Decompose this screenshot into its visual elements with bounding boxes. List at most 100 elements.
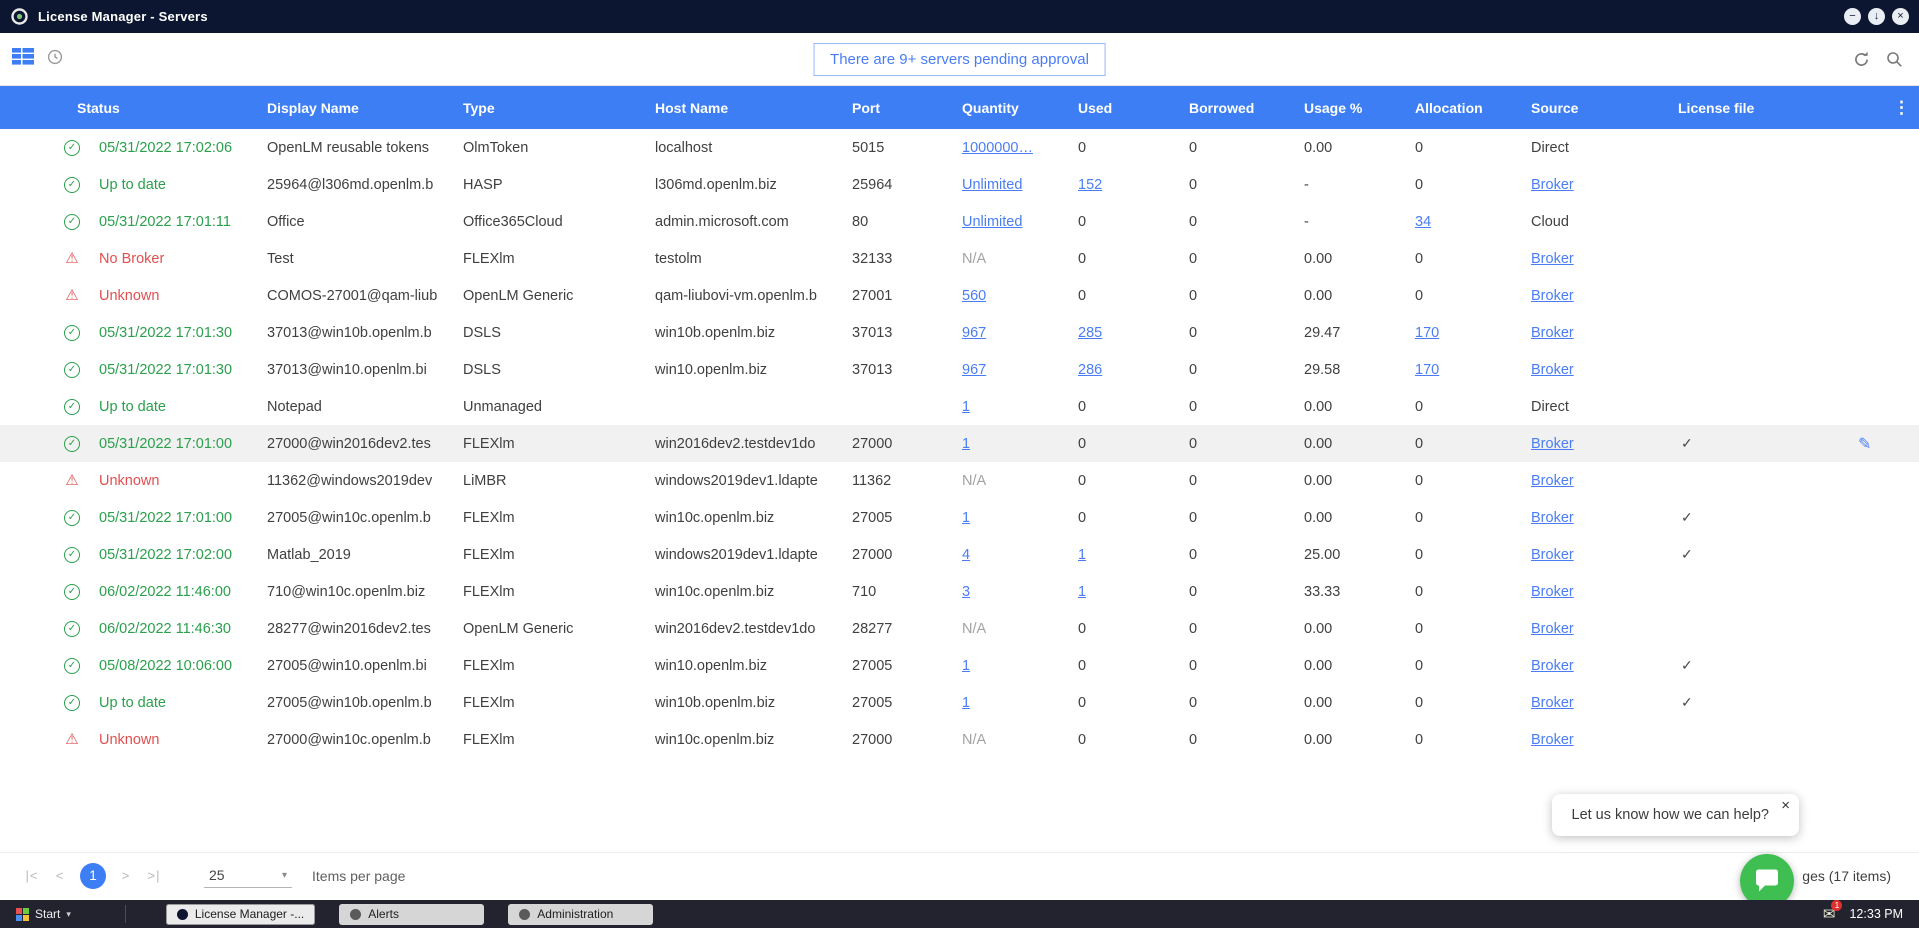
taskbar-item-alerts[interactable]: Alerts	[339, 904, 484, 925]
quantity-value: N/A	[962, 473, 986, 489]
table-row[interactable]: ✓Up to date27005@win10b.openlm.bFLEXlmwi…	[0, 684, 1919, 721]
quantity-link[interactable]: Unlimited	[962, 177, 1022, 193]
table-row[interactable]: ✓05/08/2022 10:06:0027005@win10.openlm.b…	[0, 647, 1919, 684]
quantity-link[interactable]: 1	[962, 695, 970, 711]
quantity-link[interactable]: 4	[962, 547, 970, 563]
pending-approval-banner[interactable]: There are 9+ servers pending approval	[813, 43, 1106, 76]
quantity-link[interactable]: Unlimited	[962, 214, 1022, 230]
quantity-link[interactable]: 1	[962, 510, 970, 526]
page-size-dropdown[interactable]: 25 ▾	[204, 863, 292, 888]
first-page-button[interactable]: |<	[18, 868, 46, 883]
table-row[interactable]: ✓Up to date25964@l306md.openlm.bHASPl306…	[0, 166, 1919, 203]
column-header-borrowed[interactable]: Borrowed	[1189, 100, 1304, 116]
restore-button[interactable]: ↓	[1868, 8, 1885, 25]
last-page-button[interactable]: >|	[140, 868, 168, 883]
source-broker-link[interactable]: Broker	[1531, 251, 1574, 267]
quantity-link[interactable]: 560	[962, 288, 986, 304]
source-broker-link[interactable]: Broker	[1531, 177, 1574, 193]
cell-source: Broker	[1531, 473, 1678, 489]
allocation-value: 0	[1415, 732, 1423, 748]
table-row[interactable]: ✓06/02/2022 11:46:3028277@win2016dev2.te…	[0, 610, 1919, 647]
start-button[interactable]: Start ▾	[10, 905, 77, 923]
used-link[interactable]: 1	[1078, 584, 1086, 600]
minimize-button[interactable]: −	[1844, 8, 1861, 25]
column-header-type[interactable]: Type	[463, 100, 655, 116]
cell-display-name: COMOS-27001@qam-liub	[267, 288, 463, 304]
column-header-port[interactable]: Port	[852, 100, 962, 116]
status-ok-icon: ✓	[64, 510, 80, 526]
current-page-button[interactable]: 1	[80, 863, 106, 889]
quantity-link[interactable]: 967	[962, 325, 986, 341]
table-row[interactable]: ✓05/31/2022 17:01:0027000@win2016dev2.te…	[0, 425, 1919, 462]
quantity-link[interactable]: 1	[962, 658, 970, 674]
edit-icon[interactable]: ✎	[1850, 436, 1871, 453]
chat-close-icon[interactable]: ×	[1781, 797, 1790, 814]
allocation-link[interactable]: 34	[1415, 214, 1431, 230]
search-icon[interactable]	[1886, 51, 1903, 68]
table-row[interactable]: ✓05/31/2022 17:01:11OfficeOffice365Cloud…	[0, 203, 1919, 240]
used-link[interactable]: 1	[1078, 547, 1086, 563]
next-page-button[interactable]: >	[112, 868, 140, 883]
column-header-display-name[interactable]: Display Name	[267, 100, 463, 116]
source-broker-link[interactable]: Broker	[1531, 658, 1574, 674]
quantity-link[interactable]: 1	[962, 399, 970, 415]
refresh-icon[interactable]	[1852, 50, 1871, 69]
quantity-link[interactable]: 1000000…	[962, 140, 1033, 156]
source-broker-link[interactable]: Broker	[1531, 547, 1574, 563]
column-header-status[interactable]: Status	[77, 100, 267, 116]
source-broker-link[interactable]: Broker	[1531, 436, 1574, 452]
window-controls: − ↓ ×	[1844, 8, 1909, 25]
taskbar-item-license-manager-[interactable]: License Manager -...	[166, 904, 315, 925]
cell-source: Broker	[1531, 695, 1678, 711]
source-broker-link[interactable]: Broker	[1531, 473, 1574, 489]
chat-bubble-icon	[1754, 869, 1780, 893]
taskbar-item-administration[interactable]: Administration	[508, 904, 653, 925]
table-row[interactable]: ⚠UnknownCOMOS-27001@qam-liubOpenLM Gener…	[0, 277, 1919, 314]
table-row[interactable]: ⚠Unknown11362@windows2019devLiMBRwindows…	[0, 462, 1919, 499]
quantity-link[interactable]: 967	[962, 362, 986, 378]
used-link[interactable]: 285	[1078, 325, 1102, 341]
quantity-link[interactable]: 3	[962, 584, 970, 600]
grid-view-icon[interactable]	[12, 48, 34, 65]
column-header-used[interactable]: Used	[1078, 100, 1189, 116]
table-row[interactable]: ✓05/31/2022 17:01:0027005@win10c.openlm.…	[0, 499, 1919, 536]
cell-type: Unmanaged	[463, 399, 655, 415]
previous-page-button[interactable]: <	[46, 868, 74, 883]
allocation-link[interactable]: 170	[1415, 325, 1439, 341]
cell-port: 27005	[852, 695, 962, 711]
column-menu-icon[interactable]: ⋮	[1893, 98, 1919, 118]
table-row[interactable]: ✓05/31/2022 17:02:06OpenLM reusable toke…	[0, 129, 1919, 166]
mail-icon[interactable]: ✉ 1	[1823, 905, 1836, 923]
status-icon-cell: ✓	[58, 621, 86, 637]
table-row[interactable]: ✓05/31/2022 17:01:3037013@win10b.openlm.…	[0, 314, 1919, 351]
clock-icon[interactable]	[47, 49, 63, 65]
used-link[interactable]: 286	[1078, 362, 1102, 378]
column-header-allocation[interactable]: Allocation	[1415, 100, 1531, 116]
close-button[interactable]: ×	[1892, 8, 1909, 25]
quantity-link[interactable]: 1	[962, 436, 970, 452]
column-header-quantity[interactable]: Quantity	[962, 100, 1078, 116]
source-broker-link[interactable]: Broker	[1531, 362, 1574, 378]
status-icon-cell: ✓	[58, 584, 86, 600]
column-header-license-file[interactable]: License file	[1678, 100, 1850, 116]
source-broker-link[interactable]: Broker	[1531, 732, 1574, 748]
source-broker-link[interactable]: Broker	[1531, 695, 1574, 711]
column-header-host-name[interactable]: Host Name	[655, 100, 852, 116]
source-broker-link[interactable]: Broker	[1531, 584, 1574, 600]
table-row[interactable]: ✓05/31/2022 17:01:3037013@win10.openlm.b…	[0, 351, 1919, 388]
column-header-source[interactable]: Source	[1531, 100, 1678, 116]
source-broker-link[interactable]: Broker	[1531, 510, 1574, 526]
table-row[interactable]: ⚠No BrokerTestFLEXlmtestolm32133N/A000.0…	[0, 240, 1919, 277]
table-row[interactable]: ⚠Unknown27000@win10c.openlm.bFLEXlmwin10…	[0, 721, 1919, 758]
source-broker-link[interactable]: Broker	[1531, 288, 1574, 304]
table-row[interactable]: ✓05/31/2022 17:02:00Matlab_2019FLEXlmwin…	[0, 536, 1919, 573]
table-row[interactable]: ✓Up to dateNotepadUnmanaged1000.000Direc…	[0, 388, 1919, 425]
table-row[interactable]: ✓06/02/2022 11:46:00710@win10c.openlm.bi…	[0, 573, 1919, 610]
source-broker-link[interactable]: Broker	[1531, 325, 1574, 341]
column-header-usage-[interactable]: Usage %	[1304, 100, 1415, 116]
used-link[interactable]: 152	[1078, 177, 1102, 193]
allocation-link[interactable]: 170	[1415, 362, 1439, 378]
cell-allocation: 0	[1415, 584, 1531, 600]
status-icon-cell: ✓	[58, 510, 86, 526]
source-broker-link[interactable]: Broker	[1531, 621, 1574, 637]
